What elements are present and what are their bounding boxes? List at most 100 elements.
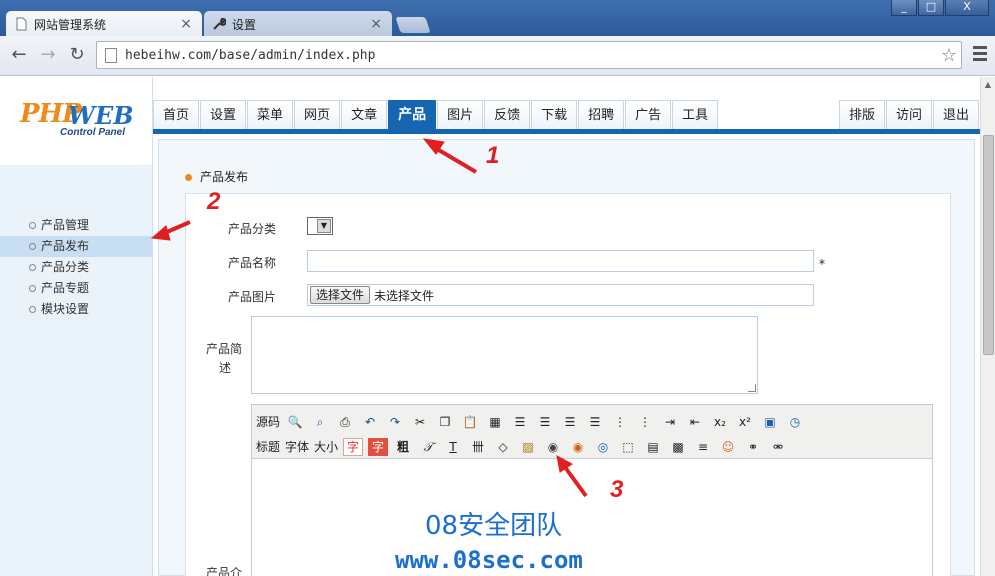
align-right-icon[interactable]: ☰ [560,412,580,432]
close-window-button[interactable]: X [945,0,989,16]
summary-label-2: 述 [219,361,232,375]
paste-icon[interactable]: 📋 [460,412,480,432]
image-icon[interactable]: ▨ [518,437,538,457]
emoticon-icon[interactable]: ☺ [718,437,738,457]
scroll-thumb[interactable] [983,135,994,355]
sidebar-item-product-manage[interactable]: 产品管理 [0,215,152,236]
align-center-icon[interactable]: ☰ [535,412,555,432]
editor-toolbar: 源码 🔍 ⌕ ⎙ ↶ ↷ ✂ ❐ 📋 ▦ ☰ ☰ ☰ ☰ ⋮ ⋮ ⇥ ⇤ x₂ … [252,405,932,459]
minimize-button[interactable]: _ [891,0,917,16]
justify-icon[interactable]: ☰ [585,412,605,432]
superscript-icon[interactable]: x² [735,412,755,432]
required-mark: * [819,257,825,271]
close-icon[interactable]: × [370,16,382,32]
source-button[interactable]: 源码 [256,412,280,432]
nav-tab-settings[interactable]: 设置 [200,100,247,130]
close-icon[interactable]: × [180,16,192,32]
ordered-list-icon[interactable]: ⋮ [610,412,630,432]
print-icon[interactable]: ⎙ [335,412,355,432]
underline-icon[interactable]: T [443,437,463,457]
nav-tab-menu[interactable]: 菜单 [247,100,294,130]
time-icon[interactable]: ◷ [785,412,805,432]
scroll-up-icon[interactable]: ▲ [981,77,995,92]
reload-icon[interactable]: ↻ [66,44,88,66]
new-tab-button[interactable] [395,17,431,33]
eraser-icon[interactable]: ◇ [493,437,513,457]
address-bar[interactable]: hebeihw.com/base/admin/index.php ☆ [96,41,962,69]
copy-icon[interactable]: ❐ [435,412,455,432]
sidebar-item-label: 产品管理 [41,218,90,232]
nav-tab-feedback[interactable]: 反馈 [484,100,531,130]
forward-icon[interactable]: → [37,44,59,66]
menu-icon[interactable] [973,46,987,64]
resize-grip[interactable] [748,384,756,392]
sidebar-item-module-settings[interactable]: 模块设置 [0,299,152,320]
hr-icon[interactable]: ≡ [693,437,713,457]
browser-toolbar: ← → ↻ hebeihw.com/base/admin/index.php ☆ [0,36,995,76]
category-select[interactable]: ▼ [307,217,333,235]
font-color-button[interactable]: 字 [343,437,364,456]
font-button[interactable]: 字体 [285,437,309,457]
nav-tab-layout[interactable]: 排版 [838,100,885,130]
flash-icon[interactable]: ◉ [543,437,563,457]
link-icon[interactable]: ⚭ [743,437,763,457]
nav-tab-ads[interactable]: 广告 [625,100,672,130]
undo-icon[interactable]: ↶ [360,412,380,432]
rich-text-editor: 源码 🔍 ⌕ ⎙ ↶ ↷ ✂ ❐ 📋 ▦ ☰ ☰ ☰ ☰ ⋮ ⋮ ⇥ ⇤ x₂ … [251,404,933,576]
window-controls: _ □ X [891,0,989,16]
page-icon [105,47,117,63]
tab-admin[interactable]: 网站管理系统 × [6,11,202,37]
nav-tab-logout[interactable]: 退出 [932,100,979,130]
size-button[interactable]: 大小 [314,437,338,457]
table-grid-icon[interactable]: ▦ [485,412,505,432]
section-title-text: 产品发布 [200,170,249,184]
tab-label: 设置 [232,17,257,32]
subscript-icon[interactable]: x₂ [710,412,730,432]
annotation-number-3: 3 [610,476,624,503]
unordered-list-icon[interactable]: ⋮ [635,412,655,432]
nav-tab-jobs[interactable]: 招聘 [578,100,625,130]
search-icon[interactable]: ⌕ [310,412,330,432]
strike-icon[interactable]: 卌 [468,437,488,457]
wrench-icon [212,17,226,31]
sidebar-item-product-topic[interactable]: 产品专题 [0,278,152,299]
date-icon[interactable]: ▣ [760,412,780,432]
maximize-button[interactable]: □ [918,0,944,16]
special-char-icon[interactable]: ▩ [668,437,688,457]
media-icon[interactable]: ◉ [568,437,588,457]
product-name-input[interactable] [307,250,814,272]
heading-button[interactable]: 标题 [256,437,280,457]
nav-tab-articles[interactable]: 文章 [341,100,388,130]
nav-tab-pages[interactable]: 网页 [294,100,341,130]
sidebar-item-label: 模块设置 [41,302,90,316]
back-icon[interactable]: ← [8,44,30,66]
nav-tab-visits[interactable]: 访问 [885,100,932,130]
summary-textarea[interactable] [251,316,758,394]
nav-tab-home[interactable]: 首页 [153,100,200,130]
nav-tab-tools[interactable]: 工具 [672,100,719,130]
nav-tab-downloads[interactable]: 下载 [531,100,578,130]
choose-file-button[interactable]: 选择文件 [310,286,371,304]
bold-button[interactable]: 粗 [393,437,413,457]
table-icon[interactable]: ▤ [643,437,663,457]
page-scrollbar[interactable]: ▲ [980,77,995,576]
unlink-icon[interactable]: ⚮ [768,437,788,457]
realplayer-icon[interactable]: ◎ [593,437,613,457]
annotation-number-2: 2 [207,188,221,215]
layer-icon[interactable]: ⬚ [618,437,638,457]
tab-settings[interactable]: 设置 × [204,11,392,37]
nav-tab-products[interactable]: 产品 [388,100,437,130]
name-label: 产品名称 [228,256,277,270]
redo-icon[interactable]: ↷ [385,412,405,432]
outdent-icon[interactable]: ⇤ [685,412,705,432]
cut-icon[interactable]: ✂ [410,412,430,432]
sidebar-item-product-category[interactable]: 产品分类 [0,257,152,278]
nav-tab-images[interactable]: 图片 [437,100,484,130]
preview-icon[interactable]: 🔍 [285,412,305,432]
bookmark-star-icon[interactable]: ☆ [941,45,957,66]
highlight-button[interactable]: 字 [368,437,389,456]
align-left-icon[interactable]: ☰ [510,412,530,432]
sidebar-item-product-publish[interactable]: 产品发布 [0,236,152,257]
indent-icon[interactable]: ⇥ [660,412,680,432]
italic-icon[interactable]: 𝒯 [418,437,438,457]
